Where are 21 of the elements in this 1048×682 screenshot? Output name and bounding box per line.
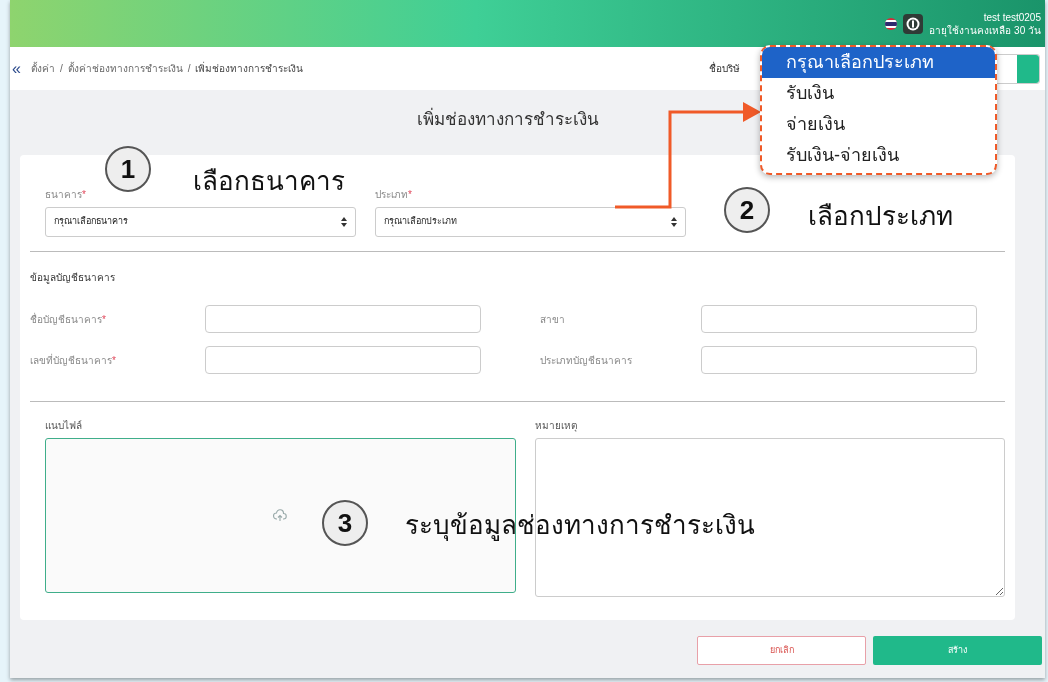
required-mark: * [82, 188, 86, 202]
company-label: ชื่อบริษั [709, 61, 740, 76]
step-number-badge: 1 [105, 146, 151, 192]
breadcrumb-separator: / [59, 62, 63, 76]
field-label: เลขที่บัญชีธนาคาร [30, 352, 112, 368]
required-mark: * [408, 188, 412, 202]
required-mark: * [112, 354, 116, 368]
annotation-text: เลือกธนาคาร [193, 165, 345, 198]
field-label: แนบไฟล์ [45, 419, 83, 433]
page-title: เพิ่มช่องทางการชำระเงิน [416, 107, 639, 133]
field-label: ประเภท [375, 188, 408, 202]
subscription-text: อายุใช้งานคงเหลือ 30 วัน [929, 23, 1041, 37]
breadcrumb-separator: / [187, 62, 191, 76]
field-label: หมายเหตุ [534, 419, 578, 433]
required-mark: * [102, 313, 106, 327]
field-label: ชื่อบัญชีธนาคาร [30, 311, 102, 327]
field-label: สาขา [540, 312, 565, 327]
field-label: ธนาคาร [45, 188, 82, 202]
field-label: ประเภทบัญชีธนาคาร [540, 353, 632, 368]
annotation-text: เลือกประเภท [808, 200, 953, 233]
section-title: ข้อมูลบัญชีธนาคาร [30, 271, 116, 285]
